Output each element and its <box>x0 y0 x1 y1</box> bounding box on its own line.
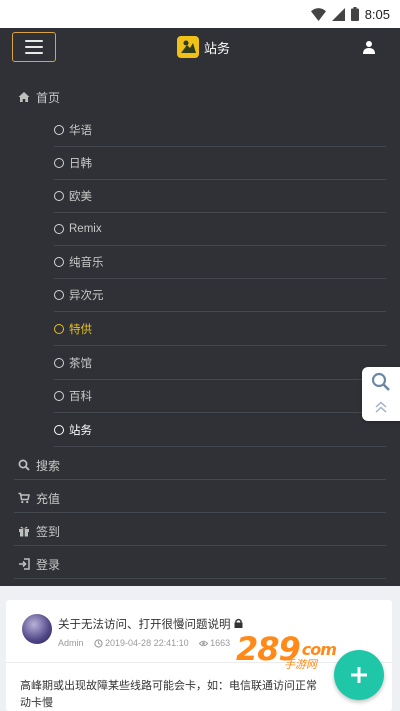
menu-item-search-label: 搜索 <box>36 458 61 473</box>
nav-drawer: 首页 华语 日韩 欧美 Remix 纯音乐 异次元 特供 茶馆 百科 站务 搜索… <box>0 66 400 586</box>
post-view-count: 1663 <box>210 638 231 648</box>
menu-subitem-oumei[interactable]: 欧美 <box>54 180 386 213</box>
clock-icon <box>93 639 103 648</box>
post-date: 2019-04-28 22:41:10 <box>93 638 189 648</box>
circle-icon <box>54 191 64 201</box>
menu-subitem-label: Remix <box>69 223 102 235</box>
menu-subitem-label: 百科 <box>69 391 92 403</box>
menu-subitem-zhanwu[interactable]: 站务 <box>54 414 386 447</box>
logo-icon <box>177 36 199 58</box>
menu-item-login-label: 登录 <box>36 557 61 572</box>
avatar[interactable] <box>22 614 52 644</box>
divider <box>14 545 386 546</box>
menu-item-home[interactable]: 首页 <box>18 87 60 107</box>
gift-icon <box>19 526 29 537</box>
watermark-subtitle: 手游网 <box>284 658 317 671</box>
floating-tools <box>362 367 400 421</box>
menu-subitem-chunyinyue[interactable]: 纯音乐 <box>54 246 386 279</box>
menu-subitem-rihan[interactable]: 日韩 <box>54 147 386 180</box>
menu-item-login[interactable]: 登录 <box>18 554 60 574</box>
menu-icon <box>25 40 43 42</box>
circle-icon <box>54 158 64 168</box>
circle-icon <box>54 290 64 300</box>
circle-icon <box>54 257 64 267</box>
login-icon <box>19 558 30 570</box>
menu-subitem-label: 异次元 <box>69 290 104 302</box>
post-title[interactable]: 关于无法访问、打开很慢问题说明 <box>58 616 243 632</box>
menu-subitem-tegong[interactable]: 特供 <box>54 313 386 346</box>
menu-subitem-label: 华语 <box>69 125 92 137</box>
site-header: 站务 <box>0 28 400 66</box>
lock-icon <box>234 618 243 628</box>
post-views: 1663 <box>198 638 231 648</box>
signal-icon <box>331 7 345 21</box>
divider <box>14 578 386 579</box>
menu-item-search[interactable]: 搜索 <box>18 455 60 475</box>
menu-subitem-chaguan[interactable]: 茶馆 <box>54 347 386 380</box>
cart-icon <box>18 492 30 504</box>
menu-icon-bar <box>25 46 43 48</box>
menu-item-recharge-label: 充值 <box>36 491 61 506</box>
eye-icon <box>198 640 208 647</box>
site-logo[interactable]: 站务 <box>177 35 230 59</box>
circle-icon <box>54 224 64 234</box>
status-icons: 8:05 <box>310 6 390 22</box>
menu-item-recharge[interactable]: 充值 <box>18 488 60 508</box>
wifi-icon <box>310 7 326 21</box>
menu-subitem-label: 站务 <box>69 425 92 437</box>
post-excerpt-line: 高峰期或出现故障某些线路可能会卡，如：电信联通访问正常 <box>20 680 317 692</box>
menu-item-checkin[interactable]: 签到 <box>18 521 60 541</box>
menu-subitem-baike[interactable]: 百科 <box>54 380 386 413</box>
menu-item-checkin-label: 签到 <box>36 524 61 539</box>
search-icon <box>18 459 30 471</box>
watermark-logo: 289 com 手游网 <box>236 630 337 671</box>
circle-icon <box>54 358 64 368</box>
search-icon[interactable] <box>370 372 392 392</box>
site-name: 站务 <box>204 40 231 56</box>
post-title-text[interactable]: 关于无法访问、打开很慢问题说明 <box>58 619 231 631</box>
circle-icon <box>54 125 64 135</box>
divider <box>14 512 386 513</box>
menu-subitem-label: 日韩 <box>69 158 92 170</box>
post-datetime: 2019-04-28 22:41:10 <box>105 638 189 648</box>
add-post-button[interactable] <box>334 650 384 700</box>
menu-subitem-huayu[interactable]: 华语 <box>54 114 386 147</box>
menu-subitem-label: 欧美 <box>69 191 92 203</box>
menu-subitem-yiciyuan[interactable]: 异次元 <box>54 279 386 312</box>
menu-icon-bar <box>25 52 43 54</box>
battery-icon <box>350 7 359 21</box>
status-bar: 8:05 <box>0 0 400 28</box>
post-excerpt[interactable]: 高峰期或出现故障某些线路可能会卡，如：电信联通访问正常 动卡慢 <box>20 678 382 711</box>
post-meta: Admin 2019-04-28 22:41:10 1663 <box>58 638 230 648</box>
home-icon <box>18 92 30 102</box>
divider <box>14 479 386 480</box>
circle-icon <box>54 425 64 435</box>
circle-icon <box>54 324 64 334</box>
plus-icon <box>351 667 367 683</box>
menu-subitem-label: 纯音乐 <box>69 257 104 269</box>
menu-item-home-label: 首页 <box>36 90 61 105</box>
menu-subitem-label: 茶馆 <box>69 358 92 370</box>
post-excerpt-line: 动卡慢 <box>20 697 53 709</box>
menu-subitem-label: 特供 <box>69 324 92 336</box>
menu-subitem-remix[interactable]: Remix <box>54 213 386 246</box>
status-time: 8:05 <box>364 6 390 22</box>
menu-toggle-button[interactable] <box>12 32 56 62</box>
circle-icon <box>54 391 64 401</box>
post-author[interactable]: Admin <box>58 638 84 648</box>
user-icon[interactable] <box>362 40 376 54</box>
scroll-top-icon[interactable] <box>374 400 388 414</box>
